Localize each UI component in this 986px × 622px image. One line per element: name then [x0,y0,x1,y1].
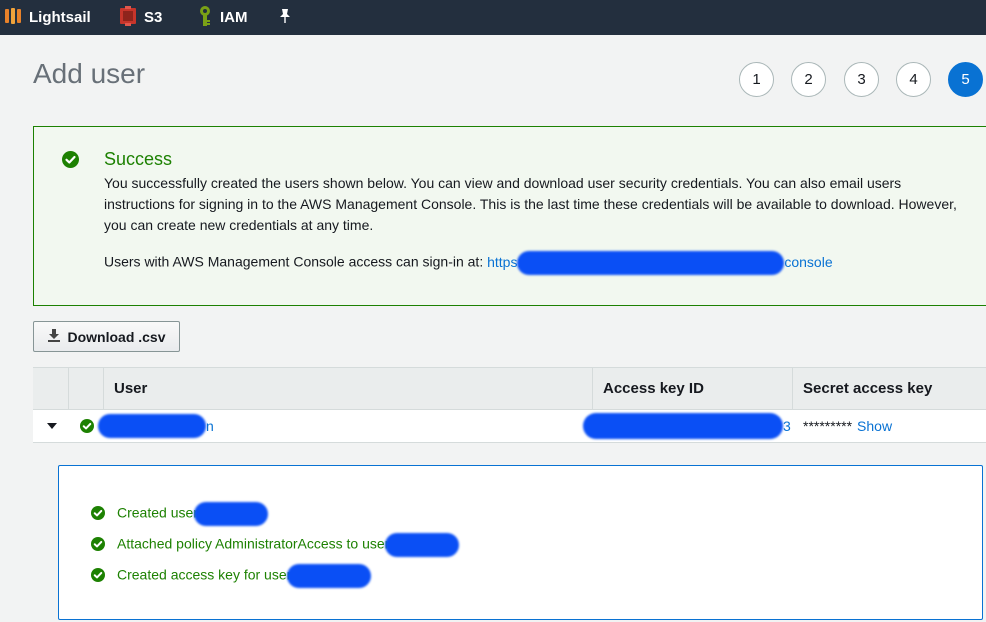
check-circle-icon [91,567,105,585]
access-key-id-cell: 3 [583,410,791,442]
table-header: User Access key ID Secret access key [33,367,986,410]
redacted-url [517,251,785,275]
signin-url-link[interactable]: https: console [487,251,833,275]
expand-column-header [33,368,68,409]
detail-line-attached-policy: Attached policy AdministratorAccess to u… [91,533,460,557]
signin-label: Users with AWS Management Console access… [104,253,484,270]
nav-item-label: S3 [144,9,163,26]
detail-line-created-user: Created user [91,502,268,526]
nav-item-s3[interactable]: S3 [119,0,162,35]
success-message: You successfully created the users shown… [104,175,957,233]
check-circle-icon [91,505,105,523]
redacted-user-name [98,414,206,438]
lightsail-icon [4,7,22,29]
pin-icon [278,8,292,28]
page-title: Add user [33,58,146,89]
detail-text: Created user [117,504,198,521]
column-header-user[interactable]: User [103,368,592,409]
details-box: Created user Attached policy Administrat… [58,465,983,620]
check-circle-icon [62,151,79,173]
user-name-cell[interactable]: n [98,410,214,442]
check-circle-icon [91,536,105,554]
download-csv-button[interactable]: Download .csv [33,321,180,352]
row-details-panel: Created user Attached policy Administrat… [33,443,986,622]
pin-button[interactable] [278,0,292,35]
column-header-secret-access-key[interactable]: Secret access key [792,368,986,409]
table-row: n 3 ********* Show [33,410,986,443]
redacted-user-name [193,502,268,526]
expand-caret-icon[interactable] [46,410,58,442]
detail-text: Created access key for user [117,566,292,583]
iam-icon [197,5,213,31]
detail-text: Attached policy AdministratorAccess to u… [117,535,390,552]
check-circle-icon [80,410,94,442]
download-icon [47,328,61,345]
column-header-access-key-id[interactable]: Access key ID [592,368,792,409]
signin-info: Users with AWS Management Console access… [104,251,833,275]
nav-item-iam[interactable]: IAM [197,0,248,35]
secret-access-key-cell: ********* Show [803,410,892,442]
success-title: Success [104,149,173,169]
success-alert: Success You successfully created the use… [33,126,986,306]
nav-item-label: Lightsail [29,9,91,26]
redacted-user-name [287,564,372,588]
show-secret-link[interactable]: Show [857,418,892,434]
redacted-user-name [385,533,460,557]
step-1[interactable]: 1 [739,62,774,97]
step-3[interactable]: 3 [844,62,879,97]
step-2[interactable]: 2 [791,62,826,97]
masked-secret: ********* [803,418,853,434]
step-4[interactable]: 4 [896,62,931,97]
download-label: Download .csv [67,328,166,345]
detail-line-access-key: Created access key for user [91,564,372,588]
s3-icon [119,5,137,30]
step-5-active[interactable]: 5 [948,62,983,97]
status-column-header [68,368,103,409]
top-nav-bar: Lightsail S3 IAM [0,0,986,35]
nav-item-label: IAM [220,9,248,26]
redacted-access-key [583,413,783,439]
nav-item-lightsail[interactable]: Lightsail [4,0,91,35]
